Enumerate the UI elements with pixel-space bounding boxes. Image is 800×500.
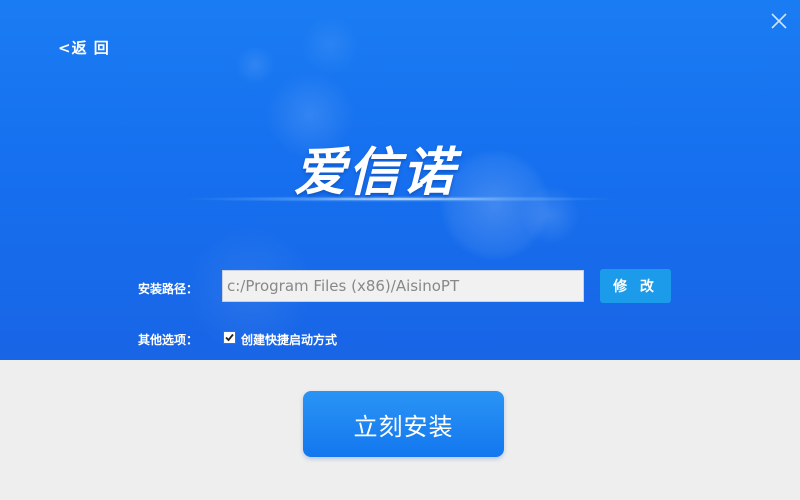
brand-logo: 爱信诺 xyxy=(294,143,457,203)
install-path-input[interactable] xyxy=(222,270,584,302)
bokeh-light xyxy=(300,15,360,75)
back-button[interactable]: <返 回 xyxy=(58,37,110,58)
other-options-label: 其他选项： xyxy=(138,333,199,347)
bokeh-light xyxy=(520,185,580,245)
hero-banner: <返 回 爱信诺 安装路径： 修 改 其他选项： 创建快捷启动方式 xyxy=(0,0,800,360)
shortcut-checkbox[interactable] xyxy=(223,331,236,344)
checkmark-icon xyxy=(225,333,234,342)
modify-button[interactable]: 修 改 xyxy=(600,269,671,303)
close-button[interactable] xyxy=(766,8,792,34)
close-icon xyxy=(771,13,787,29)
bokeh-light xyxy=(235,45,275,85)
install-now-button[interactable]: 立刻安装 xyxy=(303,391,504,457)
shortcut-checkbox-label[interactable]: 创建快捷启动方式 xyxy=(241,331,337,348)
install-path-label: 安装路径： xyxy=(138,282,199,296)
